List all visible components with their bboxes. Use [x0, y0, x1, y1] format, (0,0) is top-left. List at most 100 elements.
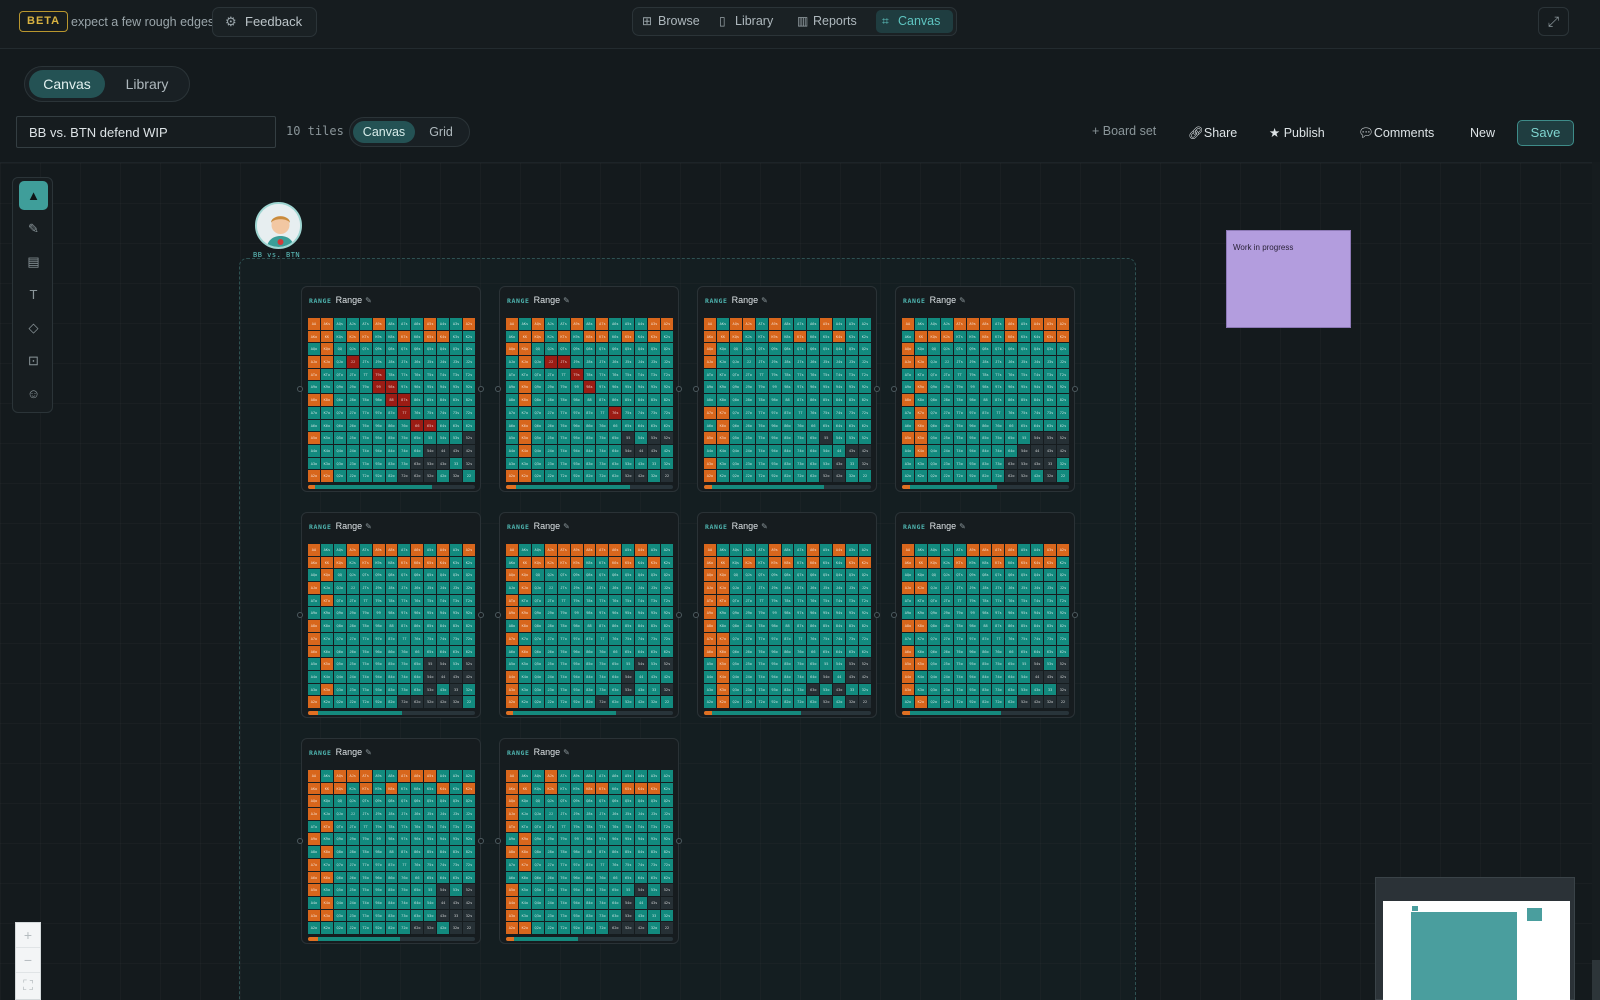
hand-cell[interactable]: Q6s — [807, 343, 820, 356]
hand-cell[interactable]: T8o — [755, 620, 768, 632]
hand-cell[interactable]: J9o — [940, 381, 953, 394]
hand-cell[interactable]: 95o — [966, 658, 979, 670]
hand-cell[interactable]: 52s — [661, 658, 673, 670]
hand-cell[interactable]: Q3s — [648, 795, 661, 808]
hand-cell[interactable]: 85o — [781, 432, 794, 444]
hand-cell[interactable]: JTs — [755, 582, 768, 594]
hand-cell[interactable]: A9s — [372, 770, 385, 782]
hand-cell[interactable]: KTs — [953, 556, 966, 569]
hand-cell[interactable]: T7o — [359, 406, 372, 419]
hand-cell[interactable]: 84s — [635, 846, 648, 858]
hand-cell[interactable]: 52s — [463, 432, 475, 444]
hand-cell[interactable]: 54s — [833, 658, 846, 670]
hand-cell[interactable]: A3o — [902, 457, 914, 470]
hand-cell[interactable]: 85s — [820, 620, 833, 632]
hand-cell[interactable]: K3s — [846, 556, 859, 569]
hand-cell[interactable]: A4o — [902, 670, 914, 683]
hand-cell[interactable]: 72o — [398, 470, 411, 482]
hand-cell[interactable]: KTo — [320, 368, 333, 381]
hand-cell[interactable]: K5s — [1018, 330, 1031, 343]
hand-cell[interactable]: 84o — [583, 670, 596, 683]
hand-cell[interactable]: AJo — [506, 356, 518, 368]
hand-cell[interactable]: 95s — [1018, 381, 1031, 394]
hand-cell[interactable]: K3o — [716, 457, 729, 470]
hand-cell[interactable]: T3o — [953, 683, 966, 696]
hand-cell[interactable]: 75s — [622, 632, 635, 645]
hand-cell[interactable]: J4s — [437, 808, 450, 820]
hand-cell[interactable]: KTo — [518, 368, 531, 381]
hand-cell[interactable]: 32o — [846, 696, 859, 708]
hand-cell[interactable]: A9o — [902, 607, 914, 620]
hand-cell[interactable]: JTs — [359, 808, 372, 820]
hand-cell[interactable]: JJ — [742, 356, 755, 368]
hand-cell[interactable]: 74s — [833, 406, 846, 419]
hand-cell[interactable]: Q9o — [333, 607, 346, 620]
hand-cell[interactable]: A3o — [704, 683, 716, 696]
hand-cell[interactable]: 62o — [609, 922, 622, 934]
hand-cell[interactable]: J4s — [833, 356, 846, 368]
hand-cell[interactable]: A9s — [768, 544, 781, 556]
hand-cell[interactable]: Q4s — [635, 569, 648, 582]
hand-cell[interactable]: 53o — [622, 683, 635, 696]
hand-cell[interactable]: A7s — [398, 318, 411, 330]
hand-cell[interactable]: 72s — [463, 858, 475, 871]
hand-cell[interactable]: K7s — [596, 556, 609, 569]
hand-cell[interactable]: 54o — [1018, 444, 1031, 457]
hand-cell[interactable]: ATs — [953, 544, 966, 556]
hand-cell[interactable]: 96s — [411, 607, 424, 620]
hand-cell[interactable]: T2s — [859, 368, 871, 381]
hand-cell[interactable]: 92o — [570, 470, 583, 482]
hand-cell[interactable]: KTs — [359, 782, 372, 795]
hand-cell[interactable]: K7s — [596, 330, 609, 343]
hand-cell[interactable]: ATo — [308, 594, 320, 607]
hand-cell[interactable]: T6o — [953, 419, 966, 432]
hand-cell[interactable]: 96o — [570, 871, 583, 884]
hand-cell[interactable]: 72s — [1057, 406, 1069, 419]
hand-cell[interactable]: T7o — [557, 858, 570, 871]
hand-cell[interactable]: K9o — [716, 381, 729, 394]
hand-cell[interactable]: K7o — [518, 858, 531, 871]
hand-cell[interactable]: Q3s — [1044, 343, 1057, 356]
hand-cell[interactable]: K5s — [820, 556, 833, 569]
hand-cell[interactable]: T4s — [1031, 368, 1044, 381]
hand-cell[interactable]: JJ — [346, 356, 359, 368]
tile-name[interactable]: Range — [336, 747, 363, 757]
hand-cell[interactable]: J5s — [1018, 356, 1031, 368]
hand-cell[interactable]: T7o — [953, 632, 966, 645]
hand-cell[interactable]: K6o — [716, 645, 729, 658]
hand-cell[interactable]: Q4s — [833, 343, 846, 356]
hand-cell[interactable]: J8o — [544, 846, 557, 858]
hand-cell[interactable]: Q3o — [333, 683, 346, 696]
hand-cell[interactable]: 65o — [411, 432, 424, 444]
hand-cell[interactable]: KTo — [518, 820, 531, 833]
avatar[interactable] — [255, 202, 302, 249]
hand-cell[interactable]: 75s — [820, 632, 833, 645]
hand-cell[interactable]: A9o — [902, 381, 914, 394]
hand-cell[interactable]: 55 — [424, 432, 437, 444]
hand-cell[interactable]: A5s — [622, 544, 635, 556]
hand-cell[interactable]: A4s — [437, 318, 450, 330]
hand-cell[interactable]: 32s — [859, 683, 871, 696]
hand-cell[interactable]: AKs — [320, 544, 333, 556]
hand-cell[interactable]: QJs — [544, 569, 557, 582]
vertical-scrollbar[interactable] — [1592, 162, 1600, 1000]
pen-icon[interactable]: ✎ — [19, 214, 48, 243]
hand-cell[interactable]: 76s — [609, 632, 622, 645]
hand-cell[interactable]: A5o — [308, 658, 320, 670]
hand-cell[interactable]: T5o — [755, 432, 768, 444]
hand-cell[interactable]: A8o — [902, 394, 914, 406]
hand-cell[interactable]: 98o — [372, 846, 385, 858]
hand-cell[interactable]: TT — [359, 368, 372, 381]
hand-cell[interactable]: 92s — [463, 381, 475, 394]
hand-cell[interactable]: KK — [914, 330, 927, 343]
hand-cell[interactable]: T2s — [859, 594, 871, 607]
hand-cell[interactable]: A6o — [902, 645, 914, 658]
hand-cell[interactable]: 73s — [846, 406, 859, 419]
hand-cell[interactable]: T7s — [992, 594, 1005, 607]
hand-cell[interactable]: 93o — [570, 683, 583, 696]
hand-cell[interactable]: 43o — [635, 909, 648, 922]
hand-cell[interactable]: Q2s — [463, 569, 475, 582]
hand-cell[interactable]: 63o — [411, 683, 424, 696]
hand-cell[interactable]: KK — [716, 556, 729, 569]
hand-cell[interactable]: J5o — [940, 432, 953, 444]
